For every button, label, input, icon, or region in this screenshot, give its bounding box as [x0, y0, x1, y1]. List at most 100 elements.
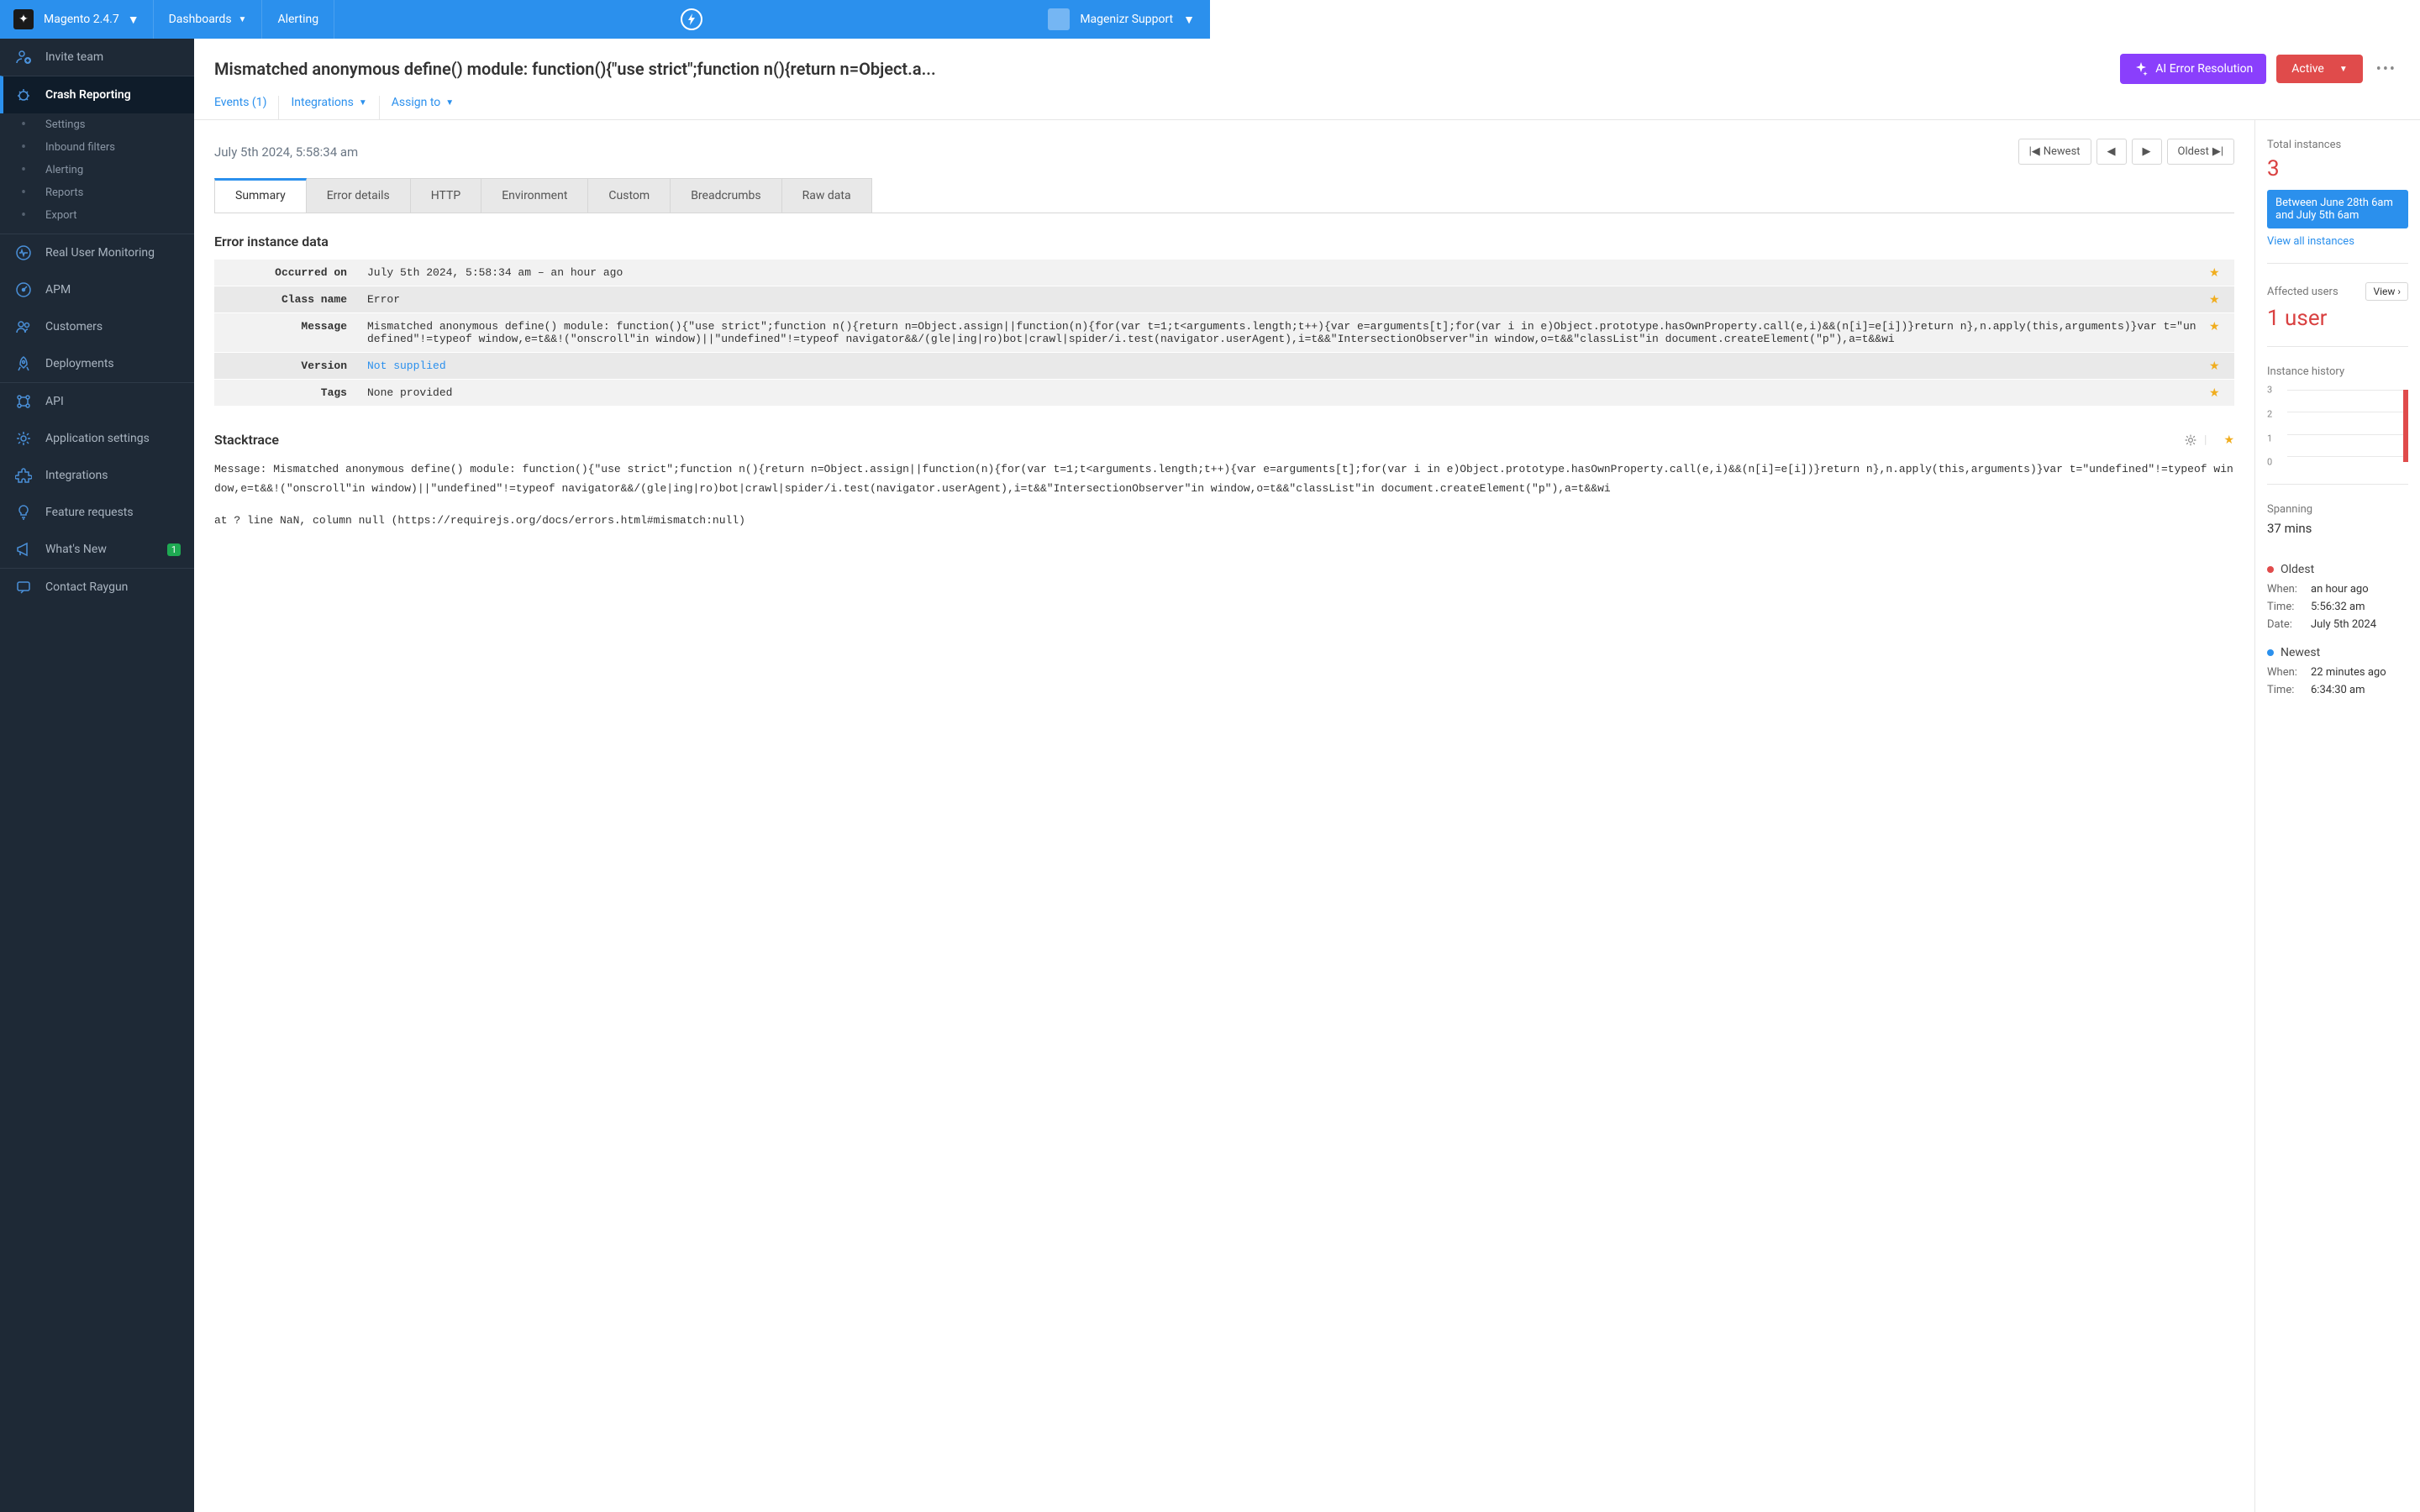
app-selector[interactable]: ✦ Magento 2.4.7 ▼ [0, 0, 154, 39]
dot-icon [2267, 649, 2274, 656]
dashboards-menu[interactable]: Dashboards▼ [154, 0, 263, 39]
instance-history-chart: 3 2 1 0 [2267, 385, 2408, 469]
sidebar-crash-reporting[interactable]: Crash Reporting [0, 76, 194, 113]
newest-button[interactable]: |◀Newest [2018, 139, 2091, 165]
version-link[interactable]: Not supplied [367, 360, 446, 372]
magento-icon: ✦ [13, 9, 34, 29]
prev-button[interactable]: ◀ [2096, 139, 2127, 165]
star-icon[interactable]: ★ [2209, 353, 2234, 379]
sidebar-api[interactable]: API [0, 382, 194, 420]
stack-message: Message: Mismatched anonymous define() m… [214, 459, 2234, 499]
row-tags: Tags None provided ★ [214, 380, 2234, 407]
star-icon[interactable]: ★ [2209, 260, 2234, 286]
tab-environment[interactable]: Environment [481, 178, 588, 213]
sidebar-sub-settings[interactable]: •Settings [0, 113, 194, 136]
affected-users-value: 1 user [2267, 306, 2408, 331]
sidebar-sub-inbound[interactable]: •Inbound filters [0, 136, 194, 159]
sidebar-sub-alerting[interactable]: •Alerting [0, 159, 194, 181]
sidebar-apm[interactable]: APM [0, 271, 194, 308]
star-icon[interactable]: ★ [2209, 286, 2234, 312]
newest-time: 6:34:30 am [2311, 684, 2365, 696]
ai-resolution-button[interactable]: AI Error Resolution [2120, 54, 2266, 84]
newest-when: 22 minutes ago [2311, 666, 2386, 679]
instance-data-table: Occurred on July 5th 2024, 5:58:34 am – … [214, 260, 2234, 407]
bug-icon [13, 85, 34, 105]
subnav-integrations[interactable]: Integrations▼ [291, 96, 379, 119]
user-menu[interactable]: Magenizr Support ▼ [1048, 8, 1210, 30]
stack-frame: at ? line NaN, column null (https://requ… [214, 511, 2234, 530]
spanning-value: 37 mins [2267, 521, 2408, 536]
raygun-logo-icon[interactable] [681, 8, 702, 30]
gear-icon[interactable] [2184, 433, 2197, 447]
newest-header: Newest [2267, 646, 2408, 659]
sidebar-contact[interactable]: Contact Raygun [0, 568, 194, 606]
tab-raw-data[interactable]: Raw data [781, 178, 872, 213]
dot-icon [2267, 566, 2274, 573]
star-icon[interactable]: ★ [2223, 433, 2234, 447]
tab-custom[interactable]: Custom [587, 178, 671, 213]
sparkle-icon [2133, 61, 2149, 76]
dot-icon: • [13, 120, 34, 130]
sidebar-customers[interactable]: Customers [0, 308, 194, 345]
pulse-icon [13, 243, 34, 263]
instance-history-label: Instance history [2267, 365, 2408, 378]
page-header: Mismatched anonymous define() module: fu… [194, 39, 2420, 120]
stacktrace-body: Message: Mismatched anonymous define() m… [214, 459, 2234, 530]
date-range-pill[interactable]: Between June 28th 6am and July 5th 6am [2267, 190, 2408, 228]
rocket-icon [13, 354, 34, 374]
topbar: ✦ Magento 2.4.7 ▼ Dashboards▼ Alerting M… [0, 0, 1210, 39]
spanning-label: Spanning [2267, 503, 2408, 516]
sidebar-integrations[interactable]: Integrations [0, 457, 194, 494]
sidebar-feature-requests[interactable]: Feature requests [0, 494, 194, 531]
row-version: Version Not supplied ★ [214, 353, 2234, 380]
subnav-assign[interactable]: Assign to▼ [392, 96, 466, 119]
bulb-icon [13, 502, 34, 522]
subnav-events[interactable]: Events (1) [214, 96, 279, 119]
chevron-down-icon: ▼ [128, 13, 139, 27]
sidebar-sub-export[interactable]: •Export [0, 204, 194, 227]
chevron-down-icon: ▼ [239, 15, 247, 24]
chat-icon [13, 577, 34, 597]
dot-icon: • [13, 188, 34, 198]
status-button[interactable]: Active▼ [2276, 55, 2362, 83]
page-title: Mismatched anonymous define() module: fu… [214, 59, 2110, 79]
main: Mismatched anonymous define() module: fu… [194, 39, 2420, 1512]
sidebar-rum[interactable]: Real User Monitoring [0, 234, 194, 271]
tab-breadcrumbs[interactable]: Breadcrumbs [670, 178, 781, 213]
view-users-button[interactable]: View › [2365, 282, 2408, 301]
star-icon[interactable]: ★ [2209, 380, 2234, 406]
affected-users-label: Affected users [2267, 286, 2338, 298]
row-occurred: Occurred on July 5th 2024, 5:58:34 am – … [214, 260, 2234, 286]
gauge-icon [13, 280, 34, 300]
instance-timestamp: July 5th 2024, 5:58:34 am [214, 144, 358, 160]
row-classname: Class name Error ★ [214, 286, 2234, 313]
tab-summary[interactable]: Summary [214, 178, 307, 213]
dot-icon: • [13, 143, 34, 153]
detail-tabs: Summary Error details HTTP Environment C… [214, 178, 2234, 213]
section-instance-data: Error instance data [214, 234, 2234, 249]
oldest-button[interactable]: Oldest▶| [2167, 139, 2234, 165]
more-menu-button[interactable]: ••• [2373, 55, 2400, 83]
row-message: Message Mismatched anonymous define() mo… [214, 313, 2234, 353]
dot-icon: • [13, 165, 34, 176]
tab-error-details[interactable]: Error details [306, 178, 411, 213]
star-icon[interactable]: ★ [2209, 313, 2234, 352]
chevron-down-icon: ▼ [1183, 13, 1195, 27]
sidebar-deployments[interactable]: Deployments [0, 345, 194, 382]
sidebar: Invite team Crash Reporting •Settings •I… [0, 39, 194, 1512]
sidebar-sub-reports[interactable]: •Reports [0, 181, 194, 204]
oldest-header: Oldest [2267, 563, 2408, 576]
chart-bar [2403, 390, 2408, 462]
alerting-menu[interactable]: Alerting [262, 0, 334, 39]
api-icon [13, 391, 34, 412]
total-instances-label: Total instances [2267, 139, 2408, 151]
megaphone-icon [13, 539, 34, 559]
sidebar-whats-new[interactable]: What's New 1 [0, 531, 194, 568]
sidebar-invite-team[interactable]: Invite team [0, 39, 194, 76]
sidebar-app-settings[interactable]: Application settings [0, 420, 194, 457]
oldest-date: July 5th 2024 [2311, 618, 2376, 631]
next-button[interactable]: ▶ [2132, 139, 2162, 165]
view-all-link[interactable]: View all instances [2267, 235, 2408, 248]
gear-icon [13, 428, 34, 449]
tab-http[interactable]: HTTP [410, 178, 481, 213]
